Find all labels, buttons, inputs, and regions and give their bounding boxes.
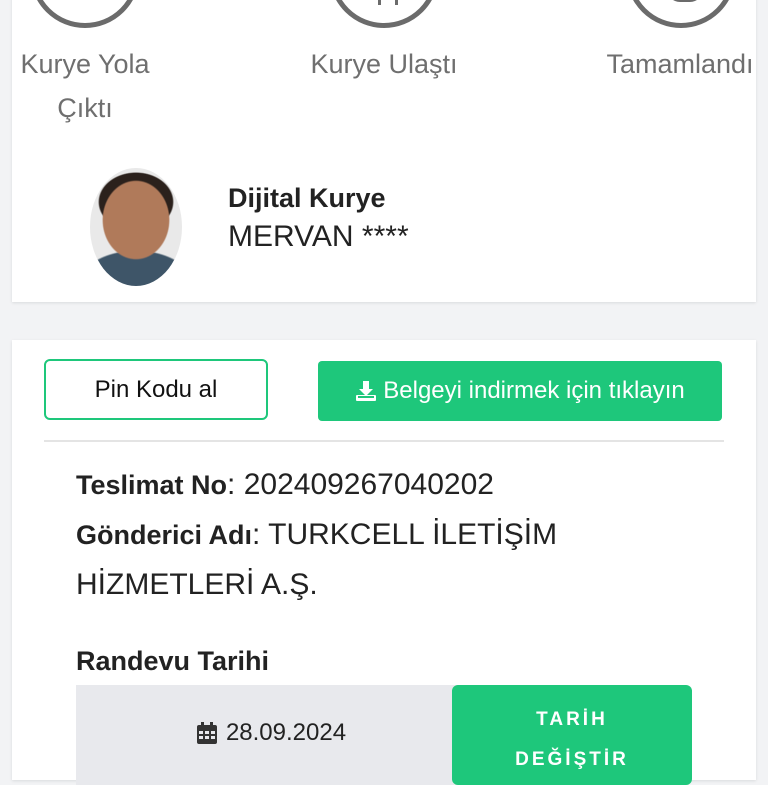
calendar-icon xyxy=(196,722,217,744)
status-step-label: Kurye Ulaştı xyxy=(284,42,484,86)
status-step-icon-circle xyxy=(329,0,439,28)
status-step-label: Tamamlandı xyxy=(590,42,768,86)
appointment-date-label: Randevu Tarihi xyxy=(76,646,270,676)
download-icon xyxy=(356,381,377,401)
sender-name-label: Gönderici Adı xyxy=(76,520,253,550)
courier-name: MERVAN **** xyxy=(228,220,409,253)
appointment-date-value: 28.09.2024 xyxy=(225,719,347,746)
status-step-label-line1: Kurye Yola xyxy=(20,49,150,79)
change-date-label-line1: TARİH xyxy=(536,708,608,730)
get-pin-code-button[interactable]: Pin Kodu al xyxy=(44,359,268,420)
status-step-label: Kurye Yola Çıktı xyxy=(2,42,168,130)
get-pin-code-label: Pin Kodu al xyxy=(94,375,218,403)
status-step-label-line1: Tamamlandı xyxy=(606,49,754,79)
status-step-glyph-icon xyxy=(667,0,703,2)
delivery-number-label: Teslimat No xyxy=(76,470,228,500)
change-date-button[interactable]: TARİH DEĞİŞTİR xyxy=(452,685,692,785)
download-document-label: Belgeyi indirmek için tıklayın xyxy=(383,377,685,404)
delivery-number-value: : 202409267040202 xyxy=(227,468,494,501)
delivery-detail-card: Pin Kodu al Belgeyi indirmek için tıklay… xyxy=(12,340,756,785)
courier-title: Dijital Kurye xyxy=(228,183,386,213)
sender-name: Gönderici Adı: TURKCELL İLETİŞİM HİZMETL… xyxy=(76,510,676,610)
status-step-label-line1: Kurye Ulaştı xyxy=(310,49,458,79)
change-date-label-line2: DEĞİŞTİR xyxy=(515,748,629,770)
status-step-label-line2: Çıktı xyxy=(57,93,113,123)
status-step-icon-circle xyxy=(30,0,140,28)
courier-status-card: Kurye Yola Çıktı Kurye Ulaştı Tamamlandı… xyxy=(12,0,756,302)
courier-avatar xyxy=(90,168,182,286)
status-step-glyph-icon xyxy=(378,0,398,5)
download-document-button[interactable]: Belgeyi indirmek için tıklayın xyxy=(318,361,722,421)
appointment-date-field: 28.09.2024 xyxy=(76,685,466,785)
divider xyxy=(44,440,724,442)
status-step-icon-circle xyxy=(626,0,736,28)
delivery-number: Teslimat No: 202409267040202 xyxy=(76,460,676,510)
